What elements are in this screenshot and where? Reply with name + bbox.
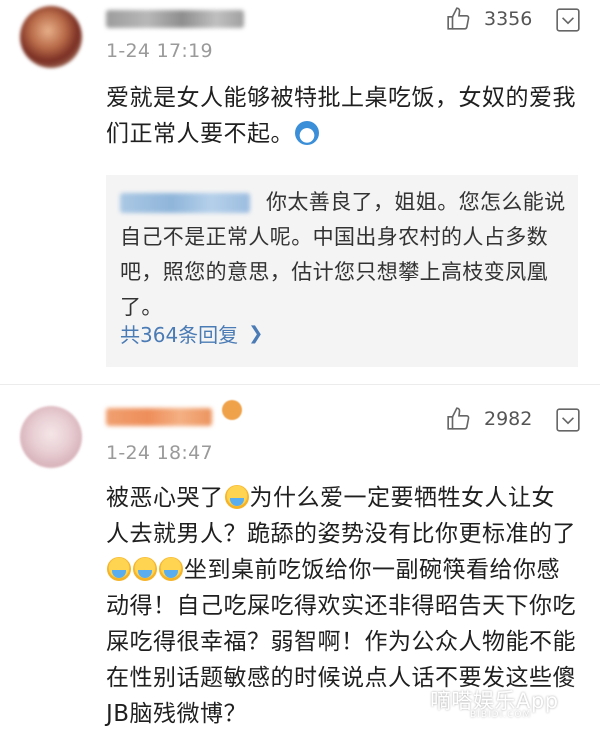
reply-preview[interactable]: 你太善良了，姐姐。您怎么能说自己不是正常人呢。中国出身农村的人占多数吧，照您的意… <box>106 175 578 367</box>
comment-text-part1: 被恶心哭了 <box>106 485 224 511</box>
crying-emoji-icon <box>159 557 183 581</box>
like-count: 3356 <box>484 8 533 30</box>
comment-item: 1-24 17:19 3356 爱就是女人能够被特批上桌吃饭，女奴的爱我们正常人… <box>0 0 600 384</box>
avatar[interactable] <box>20 6 82 68</box>
like-button[interactable]: 2982 <box>446 404 538 434</box>
like-button[interactable]: 3356 <box>446 4 538 34</box>
comment-text: 爱就是女人能够被特批上桌吃饭，女奴的爱我们正常人要不起。 <box>106 80 576 152</box>
more-options-icon[interactable] <box>555 7 581 33</box>
thumbs-up-icon <box>447 407 470 430</box>
view-replies-link[interactable]: 共364条回复 ❯ <box>120 319 263 348</box>
reply-text: 你太善良了，姐姐。您怎么能说自己不是正常人呢。中国出身农村的人占多数吧，照您的意… <box>120 190 566 319</box>
comment-timestamp: 1-24 18:47 <box>106 442 213 464</box>
avatar[interactable] <box>20 406 82 468</box>
crying-emoji-icon <box>107 557 131 581</box>
doraemon-emoji-icon <box>295 121 319 145</box>
view-replies-label: 共364条回复 <box>120 323 239 347</box>
username-blurred[interactable] <box>106 408 212 426</box>
chevron-right-icon: ❯ <box>248 323 264 344</box>
watermark-sub: BIBIDI.COM <box>470 710 532 720</box>
comment-text-body: 爱就是女人能够被特批上桌吃饭，女奴的爱我们正常人要不起。 <box>106 85 576 147</box>
like-count: 2982 <box>484 408 533 430</box>
comment-item: 1-24 18:47 2982 被恶心哭了 为什么爱一定要牺牲女人让女人去就男人？… <box>0 384 600 732</box>
thumbs-up-icon <box>447 7 470 30</box>
more-options-icon[interactable] <box>555 407 581 433</box>
comment-timestamp: 1-24 17:19 <box>106 40 213 62</box>
crying-emoji-icon <box>224 485 249 509</box>
username-blurred[interactable] <box>106 10 244 28</box>
user-badge-icon <box>222 400 242 420</box>
crying-emoji-icon <box>133 557 157 581</box>
